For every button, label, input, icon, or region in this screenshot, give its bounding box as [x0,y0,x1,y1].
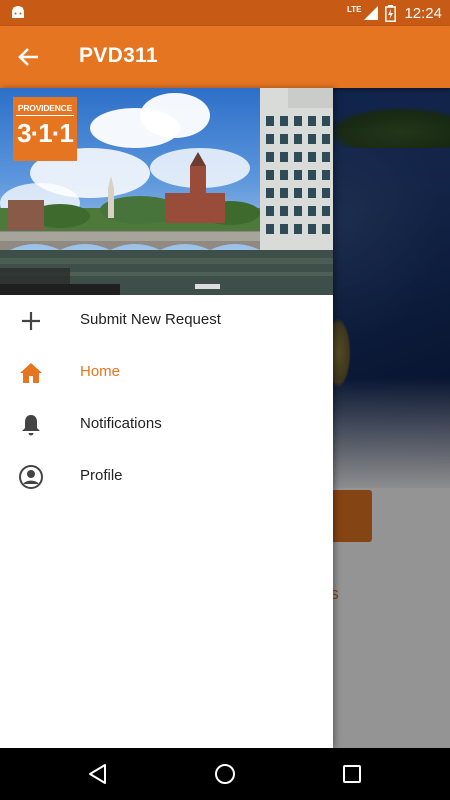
network-type: LTE [346,4,362,14]
person-circle-icon [19,465,43,489]
app-bar: PVD311 [0,26,450,88]
providence-311-logo: PROVIDENCE 3·1·1 [13,97,77,161]
status-bar: LTE 12:24 [0,0,450,26]
menu-item-label: Home [80,363,121,380]
menu-item-notifications[interactable]: Notifications [0,399,333,451]
drawer-menu: Submit New Request Home Notifications Pr… [0,295,333,503]
menu-item-profile[interactable]: Profile [0,451,333,503]
app-title: PVD311 [79,44,158,67]
bell-icon [22,415,40,436]
menu-item-label: Submit New Request [80,311,221,328]
menu-item-label: Notifications [80,415,162,432]
system-navigation-bar [0,748,450,800]
drawer-header-image: PROVIDENCE 3·1·1 [0,88,333,295]
arrow-left-icon[interactable] [14,43,44,71]
recents-square-icon[interactable] [340,762,364,786]
plus-icon [22,312,40,330]
clock: 12:24 [404,4,442,22]
navigation-drawer: PROVIDENCE 3·1·1 Submit New Request Home… [0,88,333,748]
back-triangle-icon[interactable] [86,762,110,786]
menu-item-label: Profile [80,467,123,484]
menu-item-submit-new-request[interactable]: Submit New Request [0,295,333,347]
android-icon [12,6,24,18]
menu-item-home[interactable]: Home [0,347,333,399]
lte-signal-icon [364,6,379,20]
battery-icon [385,4,397,22]
home-circle-icon[interactable] [213,762,237,786]
home-icon [20,363,42,383]
